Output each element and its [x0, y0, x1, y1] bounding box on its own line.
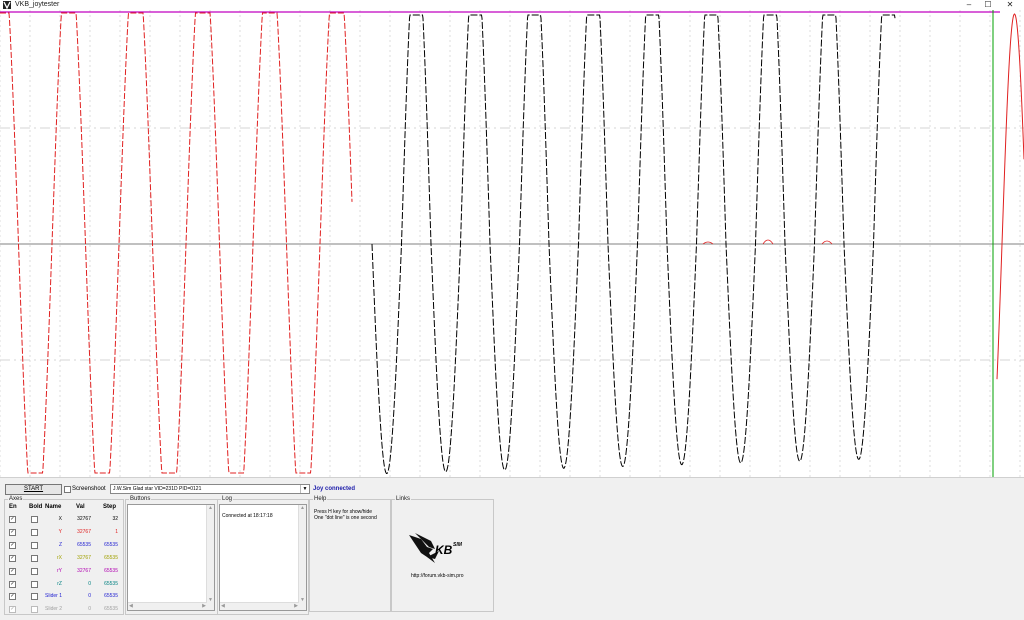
scroll-right-icon[interactable]: ▶: [294, 603, 298, 609]
chevron-down-icon[interactable]: ▼: [300, 485, 309, 493]
axis-step: 1: [115, 529, 118, 535]
axis-name: Slider 2: [45, 606, 62, 612]
axes-header-name: Name: [45, 504, 62, 510]
plot-canvas: [0, 10, 1024, 477]
axis-bold-checkbox[interactable]: [31, 606, 38, 613]
axis-bold-checkbox[interactable]: [31, 529, 38, 536]
axis-bold-checkbox[interactable]: [31, 581, 38, 588]
axis-name: rX: [57, 555, 62, 561]
device-select[interactable]: J.W.Sim Glad star VID=231D PID=0121 ▼: [110, 484, 310, 494]
screenshot-checkbox[interactable]: [64, 486, 71, 493]
start-button[interactable]: START: [5, 484, 62, 495]
scroll-up-icon[interactable]: ▲: [208, 505, 213, 511]
screenshot-label: Screenshoot: [72, 486, 106, 492]
log-group-title: Log: [221, 495, 234, 503]
links-group-title: Links: [395, 495, 412, 503]
logo-text: KB: [435, 543, 453, 557]
axis-name: Slider 1: [45, 593, 62, 599]
axis-name: rY: [57, 568, 62, 574]
axis-value: 32767: [77, 516, 91, 522]
axis-enable-checkbox[interactable]: ✓: [9, 529, 16, 536]
help-group-title: Help: [313, 495, 328, 503]
axis-step: 65535: [104, 555, 118, 561]
log-entry: Connected at 18:17:18: [222, 513, 273, 519]
axis-step: 65535: [104, 568, 118, 574]
axis-bold-checkbox[interactable]: [31, 516, 38, 523]
scroll-right-icon[interactable]: ▶: [202, 603, 206, 609]
axis-bold-checkbox[interactable]: [31, 542, 38, 549]
maximize-icon[interactable]: ☐: [977, 0, 999, 10]
buttons-group-title: Buttons: [129, 495, 152, 503]
axis-step: 65535: [104, 542, 118, 548]
device-select-value: J.W.Sim Glad star VID=231D PID=0121: [113, 486, 202, 492]
forum-link[interactable]: http://forum.vkb-sim.pro: [411, 573, 464, 580]
axis-y-trace: [0, 12, 353, 474]
window-title: VKB_joytester: [15, 1, 60, 8]
axes-group-title: Axes: [8, 495, 24, 503]
log-hscrollbar[interactable]: ◀ ▶: [220, 602, 299, 610]
axes-header-step: Step: [103, 504, 117, 510]
axis-name: Z: [58, 542, 62, 548]
axes-header-en: En: [9, 504, 17, 510]
axis-name: rZ: [57, 581, 62, 587]
buttons-hscrollbar[interactable]: ◀ ▶: [128, 602, 207, 610]
axis-bold-checkbox[interactable]: [31, 555, 38, 562]
axis-value: 0: [88, 593, 91, 599]
axis-enable-checkbox[interactable]: ✓: [9, 542, 16, 549]
close-icon[interactable]: ✕: [999, 0, 1021, 10]
axis-value: 0: [88, 581, 91, 587]
axis-enable-checkbox[interactable]: ✓: [9, 581, 16, 588]
log-box[interactable]: Connected at 18:17:18 ▲ ▼ ◀ ▶: [219, 504, 307, 611]
app-logo-icon: [3, 1, 11, 9]
axis-value: 0: [88, 606, 91, 612]
axis-name: Y: [58, 529, 62, 535]
axis-enable-checkbox[interactable]: ✓: [9, 593, 16, 600]
axis-step: 65535: [104, 581, 118, 587]
signal-plot[interactable]: [0, 10, 1024, 477]
connection-status: Joy connected: [313, 486, 356, 492]
axis-value: 32767: [77, 555, 91, 561]
title-bar: VKB_joytester – ☐ ✕: [0, 0, 1024, 10]
axes-header-bold: Bold: [29, 504, 43, 510]
scroll-left-icon[interactable]: ◀: [221, 603, 225, 609]
axis-name: X: [58, 516, 62, 522]
axis-value: 32767: [77, 568, 91, 574]
scroll-left-icon[interactable]: ◀: [129, 603, 133, 609]
logo-sup-text: SIM: [453, 542, 462, 548]
axis-bold-checkbox[interactable]: [31, 568, 38, 575]
axis-bold-checkbox[interactable]: [31, 593, 38, 600]
axis-step: 65535: [104, 606, 118, 612]
help-line-2: One "dot line" is one second: [314, 515, 377, 521]
buttons-list[interactable]: ▲ ▼ ◀ ▶: [127, 504, 215, 611]
vkb-sim-logo[interactable]: KB SIM: [405, 527, 477, 569]
axis-enable-checkbox[interactable]: ✓: [9, 555, 16, 562]
axis-enable-checkbox[interactable]: ✓: [9, 516, 16, 523]
axes-header-val: Val: [76, 504, 85, 510]
axis-enable-checkbox[interactable]: ✓: [9, 606, 16, 613]
noise-blip: [762, 239, 774, 245]
axis-enable-checkbox[interactable]: ✓: [9, 568, 16, 575]
scroll-down-icon[interactable]: ▼: [208, 597, 213, 603]
buttons-vscrollbar[interactable]: ▲ ▼: [206, 505, 214, 610]
axis-value: 32767: [77, 529, 91, 535]
axis-step: 65535: [104, 593, 118, 599]
axis-step: 32: [112, 516, 118, 522]
axis-value: 65535: [77, 542, 91, 548]
scroll-up-icon[interactable]: ▲: [300, 505, 305, 511]
scroll-down-icon[interactable]: ▼: [300, 597, 305, 603]
log-vscrollbar[interactable]: ▲ ▼: [298, 505, 306, 610]
